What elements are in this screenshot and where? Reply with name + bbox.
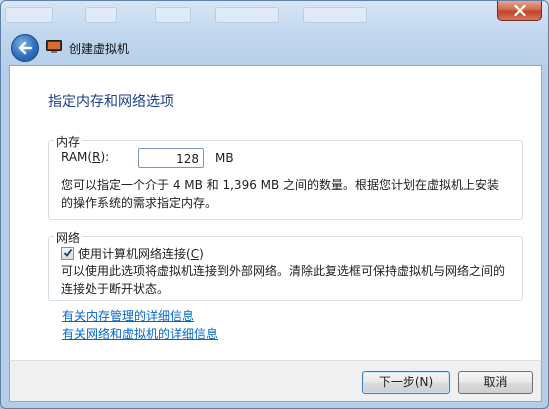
memory-group: 内存 RAM(R): 128 MB 您可以指定一个介于 4 MB 和 1,396… <box>48 133 523 220</box>
back-arrow-icon <box>18 41 33 55</box>
network-info-link[interactable]: 有关网络和虚拟机的详细信息 <box>62 325 218 342</box>
page-heading: 指定内存和网络选项 <box>48 94 174 110</box>
virtual-pc-icon <box>46 40 62 53</box>
network-group-title: 网络 <box>54 229 83 246</box>
memory-info-link[interactable]: 有关内存管理的详细信息 <box>62 307 194 324</box>
network-checkbox-label[interactable]: 使用计算机网络连接(C) <box>78 245 204 262</box>
memory-description: 您可以指定一个介于 4 MB 和 1,396 MB 之间的数量。根据您计划在虚拟… <box>61 178 500 210</box>
dialog-content: 指定内存和网络选项 内存 RAM(R): 128 MB 您可以指定一个介于 4 … <box>9 65 542 361</box>
ram-label: RAM(R): <box>61 150 110 164</box>
network-checkbox[interactable] <box>61 247 74 260</box>
ram-input[interactable]: 128 <box>138 148 204 168</box>
ram-unit: MB <box>215 151 234 165</box>
dialog-footer: 下一步(N) 取消 <box>9 360 542 402</box>
next-button[interactable]: 下一步(N) <box>362 371 450 394</box>
close-button[interactable] <box>497 1 542 21</box>
cancel-button[interactable]: 取消 <box>458 371 533 394</box>
background-toolbar-blur <box>1 1 548 29</box>
checkmark-icon <box>63 248 73 257</box>
network-description: 可以使用此选项将虚拟机连接到外部网络。清除此复选框可保持虚拟机与网络之间的 连接… <box>61 264 506 296</box>
dialog-window: 创建虚拟机 指定内存和网络选项 内存 RAM(R): 128 MB 您可以指定一… <box>0 0 549 409</box>
close-icon <box>513 5 526 16</box>
back-button[interactable] <box>11 34 39 62</box>
memory-group-title: 内存 <box>54 133 83 150</box>
network-group: 网络 使用计算机网络连接(C) 可以使用此选项将虚拟机连接到外部网络。清除此复选… <box>48 229 523 301</box>
navigation-bar: 创建虚拟机 <box>9 31 540 63</box>
window-title: 创建虚拟机 <box>69 42 130 56</box>
